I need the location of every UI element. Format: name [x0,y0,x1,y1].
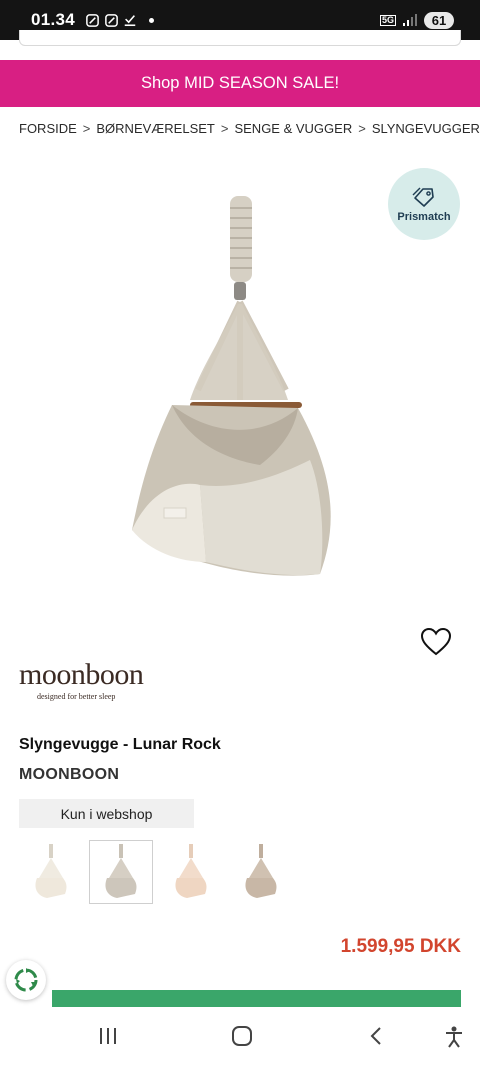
recent-apps-icon[interactable] [97,1025,119,1047]
recycle-icon [14,968,38,992]
breadcrumb-separator: > [220,121,229,136]
signal-icon [403,14,417,26]
variant-thumb-peach[interactable] [159,840,223,904]
network-badge: 5G [379,14,396,26]
brand-logo[interactable]: moonboon designed for better sleep [19,658,144,702]
breadcrumb: FORSIDE > BØRNEVÆRELSET > SENGE & VUGGER… [19,121,480,136]
product-brand[interactable]: MOONBOON [19,766,119,784]
product-title: Slyngevugge - Lunar Rock [19,736,221,753]
status-time: 01.34 [31,10,76,29]
variant-thumb-cream[interactable] [19,840,83,904]
cradle-thumbnail-icon [35,844,67,898]
battery-indicator: 61 [424,11,454,29]
accessibility-icon[interactable] [443,1025,465,1049]
variant-selector [19,840,293,904]
brand-logo-word: moonboon [19,658,144,691]
price-tag-icon [412,187,434,207]
prismatch-label: Prismatch [397,210,451,223]
app-notification-icon [105,13,118,27]
breadcrumb-separator: > [358,121,366,136]
breadcrumb-item-senge-vugger[interactable]: SENGE & VUGGER [234,121,352,136]
product-image[interactable] [110,190,370,590]
cradle-thumbnail-icon [245,844,277,898]
sale-banner-text[interactable]: Shop MID SEASON SALE! [141,74,339,93]
recycle-badge[interactable] [6,960,46,1000]
cradle-thumbnail-icon [105,844,137,898]
more-notifications-dot [149,17,155,23]
breadcrumb-item-slyngevugger[interactable]: SLYNGEVUGGER [372,121,480,136]
brand-logo-tagline: designed for better sleep [37,692,116,701]
search-field[interactable] [19,30,461,46]
home-icon[interactable] [231,1025,253,1047]
availability-label: Kun i webshop [60,805,153,822]
status-notification-icons [85,13,155,28]
add-to-cart-button[interactable] [52,990,461,1007]
wishlist-heart-icon[interactable] [420,627,452,657]
variant-thumb-lunar-rock[interactable] [89,840,153,904]
sale-banner[interactable]: Shop MID SEASON SALE! [0,60,480,107]
app-notification-icon [86,13,99,27]
cradle-thumbnail-icon [175,844,207,898]
download-complete-icon [124,15,136,27]
back-icon[interactable] [366,1025,388,1047]
variant-thumb-taupe[interactable] [229,840,293,904]
status-system-icons: 5G 61 [379,11,454,29]
product-price: 1.599,95 DKK [340,936,461,957]
cradle-spring [230,196,252,300]
system-nav-bar [0,1007,480,1067]
breadcrumb-separator: > [82,121,91,136]
breadcrumb-item-forside[interactable]: FORSIDE [19,121,77,136]
availability-badge: Kun i webshop [19,799,194,828]
breadcrumb-item-boernevaerelset[interactable]: BØRNEVÆRELSET [96,121,214,136]
prismatch-badge[interactable]: Prismatch [388,168,460,240]
